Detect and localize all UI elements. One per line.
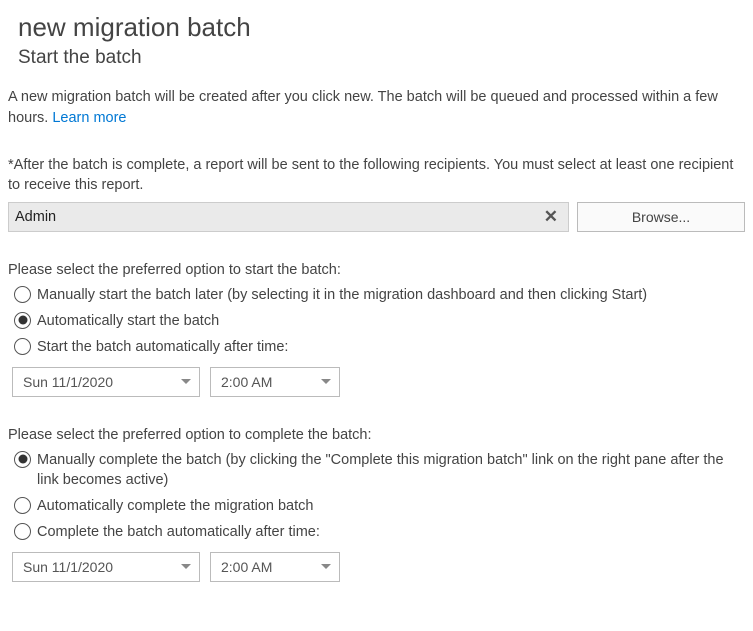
- browse-button[interactable]: Browse...: [577, 202, 745, 232]
- recipient-field[interactable]: Admin ✕: [8, 202, 569, 232]
- radio-label: Automatically start the batch: [37, 311, 219, 331]
- chevron-down-icon: [321, 564, 331, 569]
- radio-icon[interactable]: [14, 497, 31, 514]
- chevron-down-icon: [321, 379, 331, 384]
- radio-label: Manually start the batch later (by selec…: [37, 285, 647, 305]
- radio-icon[interactable]: [14, 451, 31, 468]
- complete-option-manual[interactable]: Manually complete the batch (by clicking…: [8, 449, 745, 492]
- complete-date-select[interactable]: Sun 11/1/2020: [12, 552, 200, 582]
- clear-recipient-icon[interactable]: ✕: [540, 207, 562, 227]
- start-date-select[interactable]: Sun 11/1/2020: [12, 367, 200, 397]
- start-option-prompt: Please select the preferred option to st…: [8, 262, 745, 278]
- recipient-name: Admin: [15, 209, 56, 225]
- chevron-down-icon: [181, 379, 191, 384]
- radio-label: Manually complete the batch (by clicking…: [37, 450, 745, 491]
- complete-datetime-row: Sun 11/1/2020 2:00 AM: [12, 552, 745, 582]
- radio-icon[interactable]: [14, 312, 31, 329]
- radio-label: Complete the batch automatically after t…: [37, 522, 320, 542]
- radio-icon[interactable]: [14, 523, 31, 540]
- radio-icon[interactable]: [14, 338, 31, 355]
- complete-radio-group: Manually complete the batch (by clicking…: [8, 449, 745, 544]
- start-time-select[interactable]: 2:00 AM: [210, 367, 340, 397]
- intro-paragraph: A new migration batch will be created af…: [8, 87, 745, 129]
- radio-icon[interactable]: [14, 286, 31, 303]
- radio-label: Start the batch automatically after time…: [37, 337, 288, 357]
- complete-time-select[interactable]: 2:00 AM: [210, 552, 340, 582]
- report-recipient-note: *After the batch is complete, a report w…: [8, 155, 745, 196]
- complete-option-prompt: Please select the preferred option to co…: [8, 427, 745, 443]
- recipient-row: Admin ✕ Browse...: [8, 202, 745, 232]
- start-time-value: 2:00 AM: [221, 374, 272, 390]
- complete-date-value: Sun 11/1/2020: [23, 559, 113, 575]
- page-title: new migration batch: [18, 12, 745, 43]
- start-radio-group: Manually start the batch later (by selec…: [8, 284, 745, 359]
- complete-option-auto[interactable]: Automatically complete the migration bat…: [8, 495, 745, 517]
- complete-option-after-time[interactable]: Complete the batch automatically after t…: [8, 521, 745, 543]
- complete-time-value: 2:00 AM: [221, 559, 272, 575]
- learn-more-link[interactable]: Learn more: [52, 110, 126, 126]
- chevron-down-icon: [181, 564, 191, 569]
- start-date-value: Sun 11/1/2020: [23, 374, 113, 390]
- start-datetime-row: Sun 11/1/2020 2:00 AM: [12, 367, 745, 397]
- start-option-after-time[interactable]: Start the batch automatically after time…: [8, 336, 745, 358]
- start-option-auto[interactable]: Automatically start the batch: [8, 310, 745, 332]
- radio-label: Automatically complete the migration bat…: [37, 496, 313, 516]
- start-option-manual[interactable]: Manually start the batch later (by selec…: [8, 284, 745, 306]
- page-subtitle: Start the batch: [18, 47, 745, 69]
